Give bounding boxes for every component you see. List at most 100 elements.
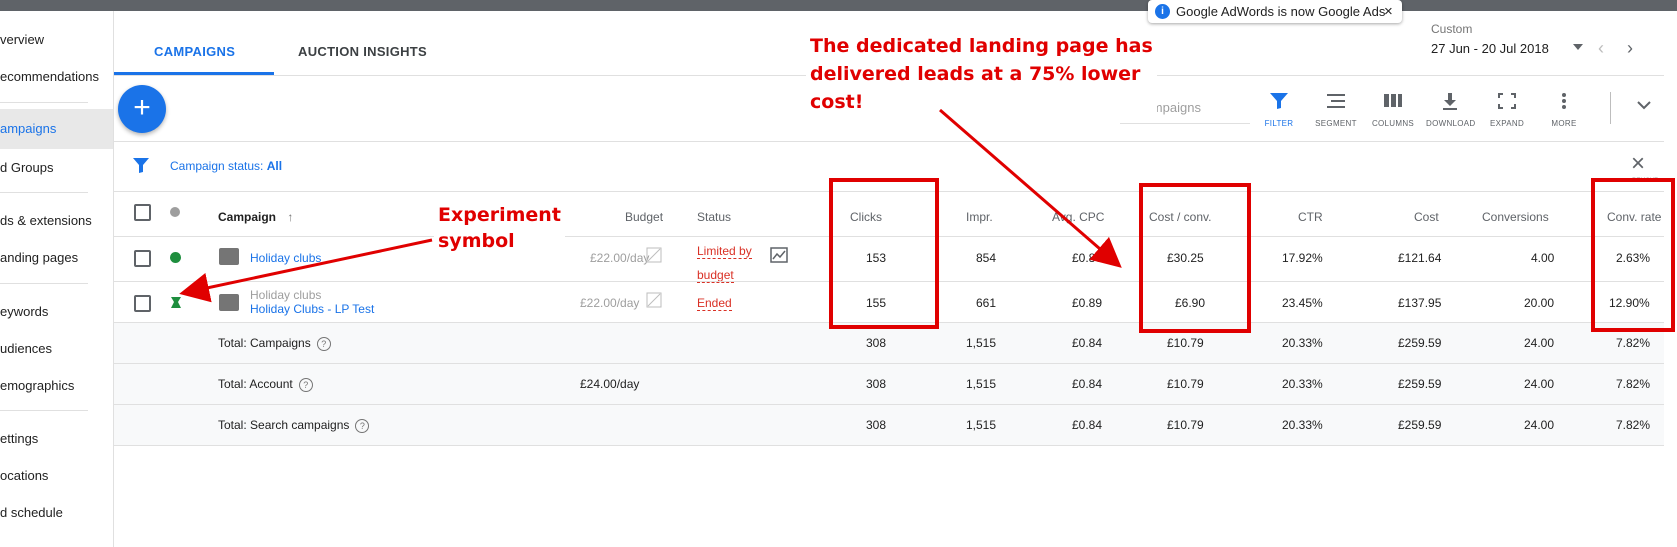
sidebar-item-locations[interactable]: ocations <box>0 468 48 483</box>
status-limited[interactable]: Limited by budget <box>697 239 752 287</box>
ctr-value: 23.45% <box>1282 296 1323 310</box>
sidebar-item-campaigns[interactable]: ampaigns <box>0 109 113 149</box>
chevron-left-icon[interactable]: ‹ <box>1598 38 1604 59</box>
remove-filter-close-icon[interactable]: × <box>1631 150 1645 178</box>
help-icon: ? <box>355 418 370 433</box>
toolbar-divider <box>1610 92 1611 124</box>
more-vert-icon <box>1562 93 1566 109</box>
header-budget[interactable]: Budget <box>625 210 663 224</box>
cost-value: £259.59 <box>1398 377 1442 391</box>
budget-value[interactable]: £22.00/day <box>580 296 639 310</box>
avg-cpc-value: £0.84 <box>1072 377 1103 391</box>
columns-icon <box>1384 94 1402 107</box>
budget-chart-icon[interactable] <box>646 292 662 313</box>
filter-value: All <box>266 159 283 173</box>
sidebar-divider <box>0 283 88 284</box>
budget-value: £24.00/day <box>580 377 640 391</box>
help-icon: ? <box>316 336 331 351</box>
sidebar-item-demographics[interactable]: emographics <box>0 378 74 393</box>
budget-value[interactable]: £22.00/day <box>590 251 649 265</box>
conversions-value: 4.00 <box>1531 251 1555 265</box>
tab-auction-insights[interactable]: AUCTION INSIGHTS <box>298 44 427 59</box>
date-range-value[interactable]: 27 Jun - 20 Jul 2018 <box>1431 41 1549 56</box>
help-icon: ? <box>298 377 313 392</box>
status-ended[interactable]: Ended <box>697 296 732 311</box>
header-campaign[interactable]: Campaign ↑ <box>218 210 293 224</box>
row-checkbox[interactable] <box>134 295 151 312</box>
trend-chart-icon[interactable] <box>770 247 788 268</box>
cost-value: £137.95 <box>1398 296 1442 310</box>
cost-conv-value: £10.79 <box>1167 418 1204 432</box>
avg-cpc-value: £0.80 <box>1072 251 1103 265</box>
sort-arrow-up-icon: ↑ <box>287 210 294 224</box>
segment-button[interactable]: SEGMENT <box>1312 92 1360 128</box>
ctr-value: 20.33% <box>1282 377 1323 391</box>
tab-campaigns[interactable]: CAMPAIGNS <box>154 44 235 59</box>
sidebar-item-recommendations[interactable]: ecommendations <box>0 69 99 84</box>
toolbar-divider-line <box>114 141 1664 142</box>
cost-conv-value: £10.79 <box>1167 377 1204 391</box>
sidebar-item-landing-pages[interactable]: anding pages <box>0 250 78 265</box>
filter-chip[interactable]: Campaign status: All <box>170 159 282 173</box>
campaign-link[interactable]: Holiday Clubs - LP Test <box>250 302 374 316</box>
info-icon: i <box>1155 4 1170 19</box>
cost-value: £259.59 <box>1398 336 1442 350</box>
conversions-value: 24.00 <box>1524 418 1555 432</box>
select-all-checkbox[interactable] <box>134 204 151 221</box>
columns-button[interactable]: COLUMNS <box>1369 92 1417 128</box>
impr-value: 1,515 <box>966 336 997 350</box>
header-ctr[interactable]: CTR <box>1298 210 1323 224</box>
filter-button[interactable]: FILTER <box>1255 92 1303 128</box>
cost-conv-value: £10.79 <box>1167 336 1204 350</box>
download-button[interactable]: DOWNLOAD <box>1426 92 1475 128</box>
dropdown-arrow-icon[interactable] <box>1573 44 1583 50</box>
search-campaign-icon <box>219 248 239 266</box>
date-range-label: Custom <box>1431 22 1473 36</box>
header-cost[interactable]: Cost <box>1414 210 1439 224</box>
sidebar-item-settings[interactable]: ettings <box>0 431 38 446</box>
clicks-value: 308 <box>866 336 887 350</box>
conversions-value: 20.00 <box>1524 296 1555 310</box>
enabled-status-dot[interactable] <box>170 252 181 263</box>
header-impr[interactable]: Impr. <box>966 210 993 224</box>
header-conversions[interactable]: Conversions <box>1482 210 1549 224</box>
add-campaign-button[interactable]: + <box>118 85 166 133</box>
conversions-value: 24.00 <box>1524 336 1555 350</box>
chevron-right-icon[interactable]: › <box>1627 38 1633 59</box>
ctr-value: 20.33% <box>1282 336 1323 350</box>
cost-value: £259.59 <box>1398 418 1442 432</box>
sidebar-item-ads-extensions[interactable]: ds & extensions <box>0 213 92 228</box>
total-label: Total: Campaigns? <box>218 336 331 351</box>
clicks-value: 308 <box>866 377 887 391</box>
campaign-link[interactable]: Holiday clubs <box>250 251 321 265</box>
conv-rate-value: 7.82% <box>1616 336 1651 350</box>
ctr-value: 17.92% <box>1282 251 1323 265</box>
header-avg-cpc[interactable]: Avg. CPC <box>1052 210 1104 224</box>
total-label: Total: Search campaigns? <box>218 418 370 433</box>
sidebar-item-keywords[interactable]: eywords <box>0 304 48 319</box>
annotation-box-cost-conv <box>1139 183 1251 333</box>
row-checkbox[interactable] <box>134 250 151 267</box>
impr-value: 1,515 <box>966 418 997 432</box>
more-button[interactable]: MORE <box>1540 92 1588 128</box>
sidebar-item-overview[interactable]: verview <box>0 32 44 47</box>
experiment-flask-icon[interactable] <box>170 296 182 314</box>
filter-label: Campaign status: <box>170 159 264 173</box>
budget-chart-icon[interactable] <box>646 247 662 268</box>
sidebar-item-audiences[interactable]: udiences <box>0 341 52 356</box>
sidebar-divider <box>0 192 88 193</box>
sidebar-item-ad-schedule[interactable]: d schedule <box>0 505 63 520</box>
sidebar-divider <box>0 102 88 103</box>
sidebar-item-ad-groups[interactable]: d Groups <box>0 160 53 175</box>
expand-button[interactable]: EXPAND <box>1483 92 1531 128</box>
sidebar: verview ecommendations ampaigns d Groups… <box>0 11 114 547</box>
cost-value: £121.64 <box>1398 251 1442 265</box>
header-status[interactable]: Status <box>697 210 731 224</box>
close-icon[interactable]: × <box>1384 0 1393 23</box>
conv-rate-value: 7.82% <box>1616 377 1651 391</box>
annotation-box-clicks <box>829 178 939 329</box>
expand-icon <box>1498 93 1516 109</box>
collapse-chevron-icon[interactable] <box>1636 98 1652 116</box>
toast-text: Google AdWords is now Google Ads <box>1176 4 1386 19</box>
totals-row: Total: Search campaigns? 308 1,515 £0.84… <box>114 404 1664 446</box>
